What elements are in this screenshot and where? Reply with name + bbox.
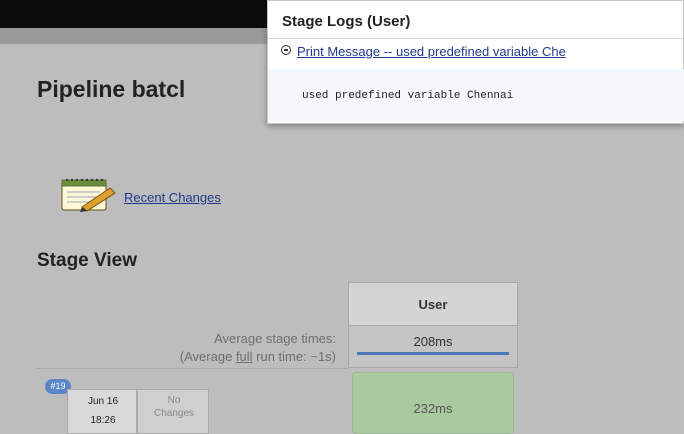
page-title: Pipeline batcl [37, 76, 186, 102]
changes-text: No Changes [138, 394, 210, 420]
build-date: Jun 16 [87, 396, 119, 407]
recent-changes-link[interactable]: Recent Changes [124, 190, 221, 205]
full-run-link[interactable]: full [236, 349, 253, 364]
build-time: 18:26 [90, 415, 116, 426]
average-progress-bar [357, 352, 509, 355]
collapse-step-icon[interactable] [281, 45, 291, 55]
build-date-box[interactable]: Jun 16 18:26 [67, 389, 137, 434]
average-stage-times-text: Average stage times: [214, 331, 336, 346]
changes-line1: No [167, 395, 181, 406]
stage-header-user[interactable]: User [348, 282, 518, 326]
stage-logs-popup: Stage Logs (User) Print Message -- used … [267, 0, 684, 124]
popup-title: Stage Logs (User) [282, 13, 411, 30]
stage-result-cell[interactable]: 232ms [352, 372, 514, 434]
popup-divider [268, 38, 683, 39]
step-log-link[interactable]: Print Message -- used predefined variabl… [297, 44, 566, 59]
average-stage-time-cell: 208ms [348, 326, 518, 368]
average-run-time-text: (Average full run time: ~1s) [36, 348, 336, 366]
stage-view-heading: Stage View [37, 250, 137, 271]
build-changes-box: No Changes [137, 389, 209, 434]
stage-result-duration: 232ms [413, 401, 453, 416]
notepad-icon [61, 178, 116, 212]
log-output-text: used predefined variable Chennai [302, 90, 514, 102]
changes-line2: Changes [153, 408, 195, 419]
row-divider [36, 368, 348, 369]
avg-prefix: (Average [179, 349, 236, 364]
average-times-label: Average stage times: (Average full run t… [36, 330, 336, 366]
stage-header-label: User [418, 297, 448, 312]
average-stage-time-value: 208ms [413, 334, 453, 349]
avg-suffix: run time: ~1s) [252, 349, 336, 364]
